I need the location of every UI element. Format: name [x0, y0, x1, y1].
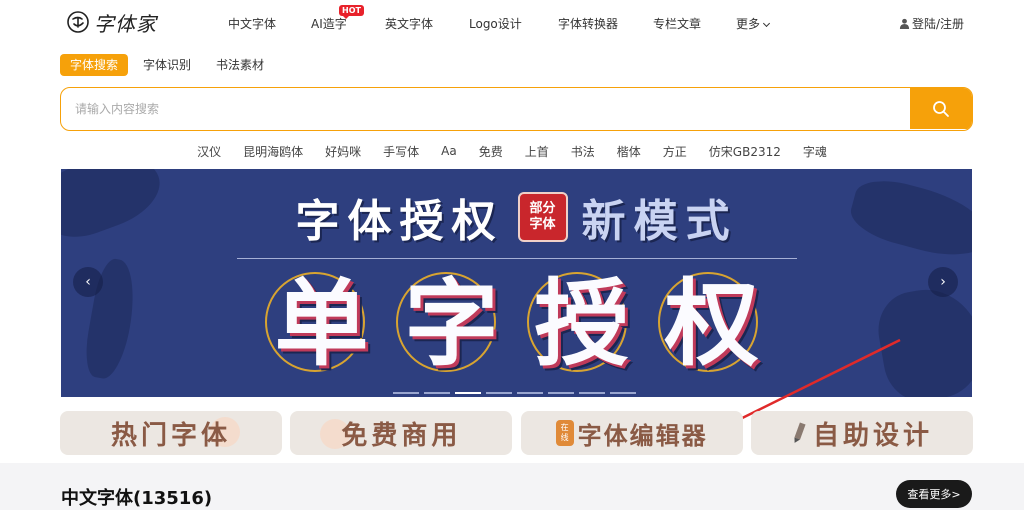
keyword-link[interactable]: 仿宋GB2312: [709, 143, 781, 160]
nav-item-label: AI造字: [311, 16, 347, 31]
carousel-next-button[interactable]: ›: [928, 267, 958, 297]
badge-line: 线: [560, 433, 569, 442]
chevron-right-icon: ›: [940, 274, 946, 290]
card-label: 免费商用: [341, 420, 462, 451]
banner-title-left: 字体授权: [295, 196, 504, 247]
card-font-editor[interactable]: 在 线 字体编辑器: [520, 411, 743, 455]
banner-carousel[interactable]: 字体授权 部分 字体 新模式 单 字 授 权 ‹ ›: [61, 169, 972, 397]
logo-mark-icon: [67, 11, 89, 33]
banner-title-right: 新模式: [581, 196, 738, 247]
banner-seal: 部分 字体: [517, 192, 568, 242]
nav-item-font-converter[interactable]: 字体转换器: [558, 15, 618, 32]
nav-item-english-fonts[interactable]: 英文字体: [385, 15, 433, 32]
header: 字体家 中文字体 AI造字 HOT 英文字体 Logo设计 字体转换器 专栏文章…: [0, 0, 1024, 46]
headline-char: 权: [664, 269, 759, 379]
carousel-prev-button[interactable]: ‹: [73, 267, 103, 297]
carousel-dot[interactable]: [424, 392, 450, 394]
chevron-down-icon: [762, 19, 771, 27]
card-free-commercial[interactable]: 免费商用: [290, 411, 513, 455]
feature-cards: 热门字体 免费商用 在 线 字体编辑器 自助设计: [60, 411, 973, 455]
seal-line: 部分: [529, 201, 556, 216]
carousel-dot[interactable]: [393, 392, 419, 394]
card-hot-fonts[interactable]: 热门字体: [60, 411, 282, 455]
search-icon: [933, 100, 949, 117]
keyword-link[interactable]: 汉仪: [197, 143, 221, 160]
nav-item-articles[interactable]: 专栏文章: [653, 15, 701, 32]
nav-item-label: 更多: [736, 16, 761, 31]
nav-item-label: 中文字体: [228, 16, 277, 31]
keyword-link[interactable]: 昆明海鸥体: [243, 143, 303, 160]
user-icon: [899, 18, 910, 29]
headline-char: 字: [404, 269, 499, 379]
nav-item-chinese-fonts[interactable]: 中文字体: [228, 15, 276, 32]
search-button[interactable]: [910, 88, 972, 129]
search-input[interactable]: [61, 88, 911, 129]
hot-badge: HOT: [339, 4, 364, 19]
keyword-link[interactable]: 方正: [663, 143, 687, 160]
login-label: 登陆/注册: [911, 17, 964, 31]
site-logo[interactable]: 字体家: [66, 6, 166, 38]
keyword-link[interactable]: 手写体: [383, 143, 419, 160]
login-register-link[interactable]: 登陆/注册: [899, 15, 964, 32]
headline-char: 单: [274, 269, 369, 379]
nav-item-logo-design[interactable]: Logo设计: [469, 15, 522, 32]
keyword-link[interactable]: 好妈咪: [325, 143, 361, 160]
seal-line: 字体: [529, 217, 556, 232]
carousel-dot[interactable]: [548, 392, 574, 394]
nav-item-label: 英文字体: [385, 16, 434, 31]
tab-font-recognition[interactable]: 字体识别: [133, 54, 201, 76]
nav-item-label: 字体转换器: [558, 16, 619, 31]
carousel-dot[interactable]: [486, 392, 512, 394]
carousel-dot[interactable]: [455, 392, 481, 394]
card-label: 热门字体: [110, 420, 231, 451]
carousel-dot[interactable]: [579, 392, 605, 394]
keyword-link[interactable]: 上首: [525, 143, 549, 160]
keyword-link[interactable]: 楷体: [617, 143, 641, 160]
card-self-design[interactable]: 自助设计: [750, 411, 973, 455]
pencil-icon: [794, 422, 806, 443]
nav-item-label: Logo设计: [469, 16, 522, 31]
keyword-link[interactable]: 字魂: [803, 143, 827, 160]
nav-item-ai-font[interactable]: AI造字 HOT: [311, 4, 364, 32]
tab-calligraphy-material[interactable]: 书法素材: [206, 54, 274, 76]
keyword-link[interactable]: 免费: [479, 143, 503, 160]
nav-item-more[interactable]: 更多: [736, 15, 771, 32]
banner-title-row: 字体授权 部分 字体 新模式: [61, 189, 972, 247]
hot-keywords: 汉仪 昆明海鸥体 好妈咪 手写体 Aa 免费 上首 书法 楷体 方正 仿宋GB2…: [0, 141, 1024, 161]
chevron-left-icon: ‹: [85, 274, 91, 290]
tab-font-search[interactable]: 字体搜索: [60, 54, 129, 76]
logo-text: 字体家: [94, 11, 157, 36]
card-label: 自助设计: [812, 420, 933, 451]
view-more-button[interactable]: 查看更多>: [896, 480, 972, 508]
online-badge: 在 线: [555, 420, 574, 446]
badge-line: 在: [560, 423, 569, 432]
carousel-indicators: [393, 392, 641, 394]
search-tabs: 字体搜索 字体识别 书法素材: [60, 54, 279, 76]
banner-headline: 单 字 授 权: [61, 261, 972, 379]
nav-item-label: 专栏文章: [653, 16, 702, 31]
keyword-link[interactable]: Aa: [441, 144, 457, 158]
search-bar: [60, 87, 973, 131]
card-label: 字体编辑器: [577, 420, 708, 450]
carousel-dot[interactable]: [517, 392, 543, 394]
section-title: 中文字体(13516): [61, 488, 213, 509]
carousel-dot[interactable]: [610, 392, 636, 394]
keyword-link[interactable]: 书法: [571, 143, 595, 160]
headline-char: 授: [534, 269, 629, 379]
